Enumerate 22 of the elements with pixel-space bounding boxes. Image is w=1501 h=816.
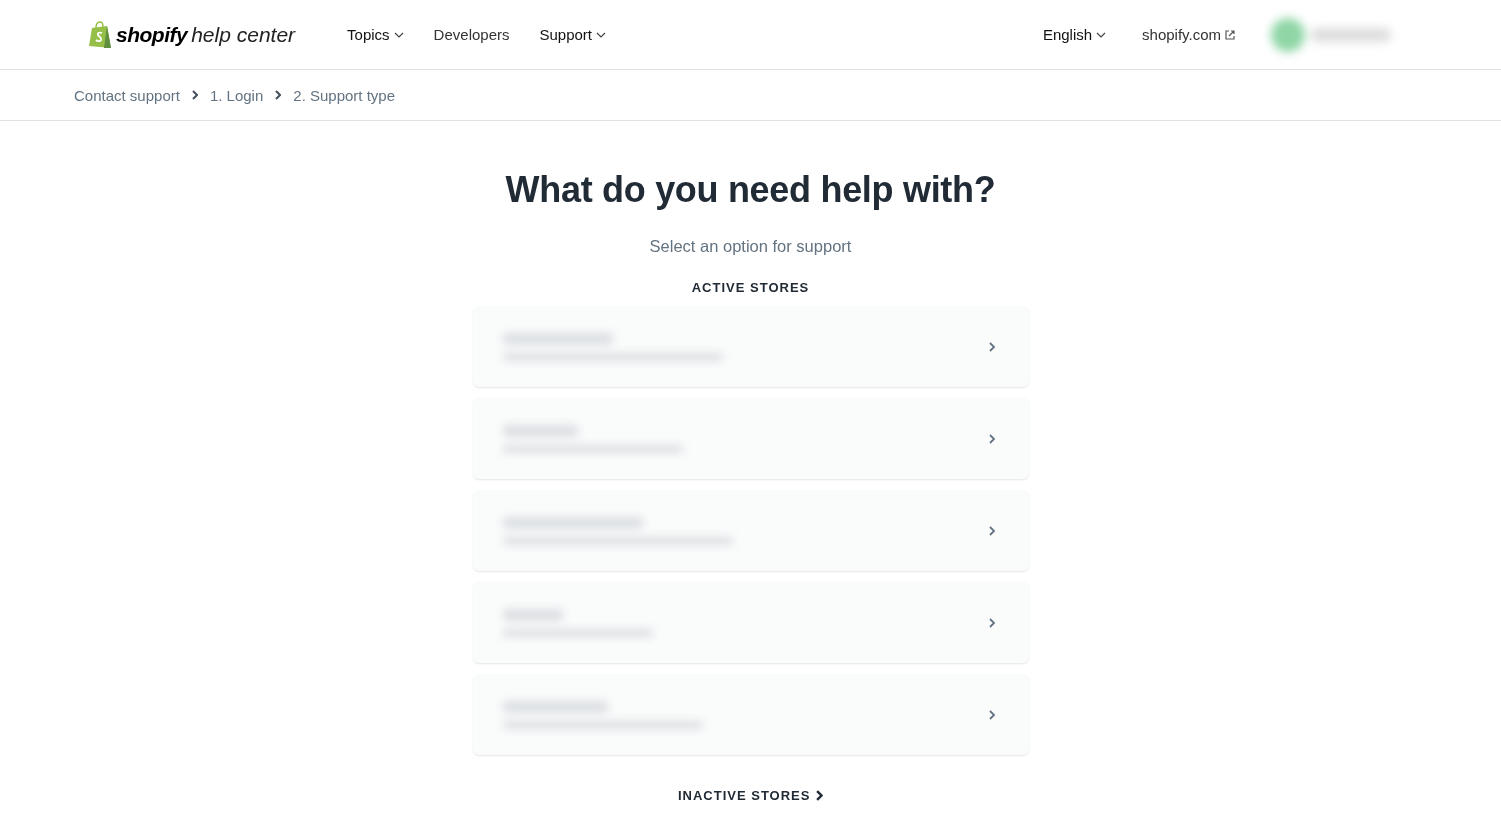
nav-link[interactable]: Topics: [347, 26, 404, 43]
store-card[interactable]: [472, 490, 1029, 571]
product-name: help center: [191, 22, 296, 47]
section-heading: ACTIVE STORES: [691, 280, 810, 295]
breadcrumb-link[interactable]: 2. Support type: [293, 86, 396, 104]
store-card[interactable]: [472, 674, 1029, 755]
page-heading: What do you need help with?: [505, 169, 996, 211]
chevron-right-icon: [816, 790, 824, 801]
breadcrumb-link[interactable]: 1. Login: [209, 86, 264, 104]
language-selector[interactable]: English: [1042, 26, 1107, 43]
brand-name: shopify: [116, 22, 188, 47]
site-link[interactable]: shopify.com: [1142, 26, 1235, 43]
chevron-right-icon: [191, 90, 198, 100]
nav-link[interactable]: Developers: [433, 26, 510, 43]
store-card[interactable]: [472, 398, 1029, 479]
page-subheading: Select an option for support: [649, 237, 852, 256]
breadcrumb-link[interactable]: Contact support: [74, 86, 180, 104]
chevron-right-icon: [275, 90, 282, 100]
store-card[interactable]: [472, 306, 1029, 387]
nav-link[interactable]: Support: [539, 26, 607, 43]
store-card[interactable]: [472, 582, 1029, 663]
shopping-bag-icon: [88, 20, 112, 49]
